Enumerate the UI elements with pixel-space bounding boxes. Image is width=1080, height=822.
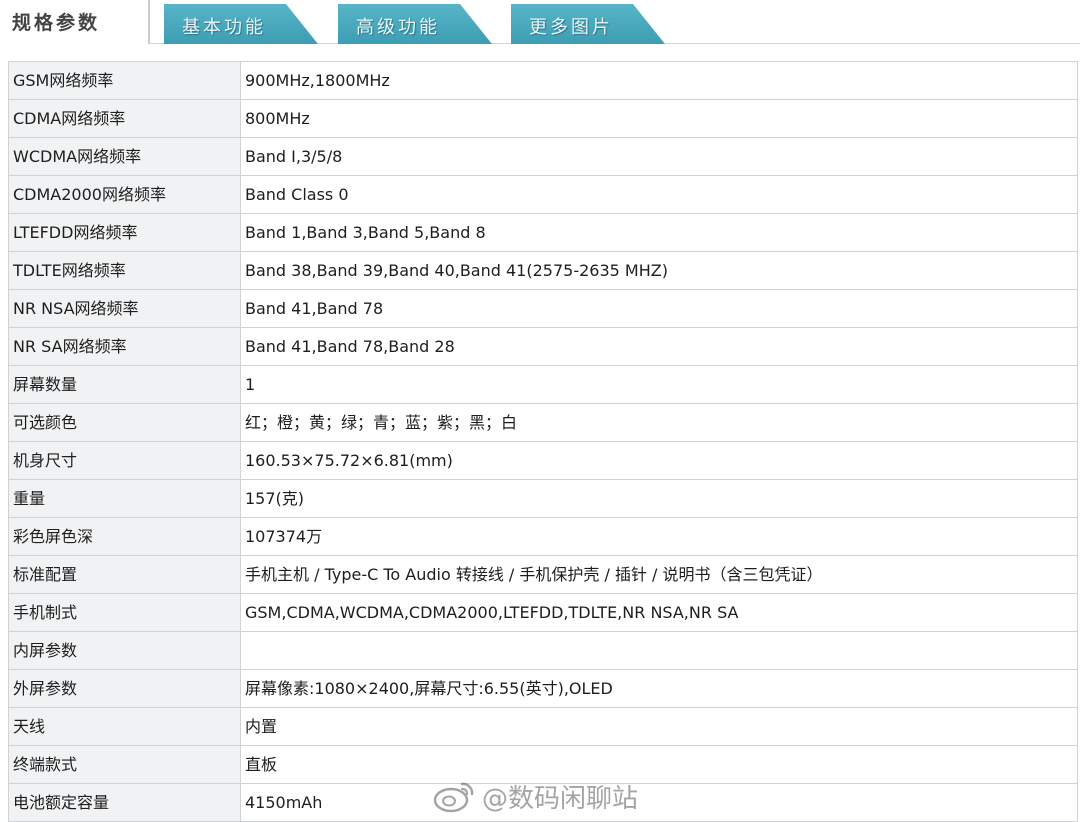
spec-label: 外屏参数: [8, 669, 241, 708]
spec-label: 可选颜色: [8, 403, 241, 442]
table-row: 重量 157(克): [8, 479, 1078, 518]
tab-label: 基本功能: [182, 17, 266, 38]
spec-label: 屏幕数量: [8, 365, 241, 404]
table-row: WCDMA网络频率 Band I,3/5/8: [8, 137, 1078, 176]
spec-label: NR NSA网络频率: [8, 289, 241, 328]
table-row: 标准配置 手机主机 / Type-C To Audio 转接线 / 手机保护壳 /…: [8, 555, 1078, 594]
table-row: 外屏参数 屏幕像素:1080×2400,屏幕尺寸:6.55(英寸),OLED: [8, 669, 1078, 708]
spec-value: 1: [240, 365, 1078, 404]
spec-value: 直板: [240, 745, 1078, 784]
tab-more-images[interactable]: 更多图片: [511, 4, 665, 44]
table-row: 机身尺寸 160.53×75.72×6.81(mm): [8, 441, 1078, 480]
table-row: 屏幕数量 1: [8, 365, 1078, 404]
spec-label: CDMA网络频率: [8, 99, 241, 138]
spec-value: 屏幕像素:1080×2400,屏幕尺寸:6.55(英寸),OLED: [240, 669, 1078, 708]
table-row: 天线 内置: [8, 707, 1078, 746]
spec-value: 红；橙；黄；绿；青；蓝；紫；黑；白: [240, 403, 1078, 442]
table-row: CDMA网络频率 800MHz: [8, 99, 1078, 138]
table-row: NR NSA网络频率 Band 41,Band 78: [8, 289, 1078, 328]
tab-advanced-functions[interactable]: 高级功能: [338, 4, 492, 44]
spec-value: 900MHz,1800MHz: [240, 61, 1078, 100]
table-row: LTEFDD网络频率 Band 1,Band 3,Band 5,Band 8: [8, 213, 1078, 252]
table-row: 彩色屏色深 107374万: [8, 517, 1078, 556]
tab-basic-functions[interactable]: 基本功能: [164, 4, 318, 44]
spec-value: GSM,CDMA,WCDMA,CDMA2000,LTEFDD,TDLTE,NR …: [240, 593, 1078, 632]
spec-value: Band Class 0: [240, 175, 1078, 214]
watermark: @数码闲聊站: [432, 778, 638, 814]
tab-label: 规格参数: [12, 12, 101, 34]
spec-value: 157(克): [240, 479, 1078, 518]
spec-value: Band 1,Band 3,Band 5,Band 8: [240, 213, 1078, 252]
spec-value: Band 38,Band 39,Band 40,Band 41(2575-263…: [240, 251, 1078, 290]
spec-label: 机身尺寸: [8, 441, 241, 480]
spec-label: 电池额定容量: [8, 783, 241, 822]
tab-label: 高级功能: [356, 17, 440, 38]
tab-label: 更多图片: [529, 17, 613, 38]
spec-value: 800MHz: [240, 99, 1078, 138]
spec-label: GSM网络频率: [8, 61, 241, 100]
spec-label: 彩色屏色深: [8, 517, 241, 556]
spec-label: TDLTE网络频率: [8, 251, 241, 290]
spec-label: 标准配置: [8, 555, 241, 594]
spec-value: Band I,3/5/8: [240, 137, 1078, 176]
table-row: 手机制式 GSM,CDMA,WCDMA,CDMA2000,LTEFDD,TDLTE…: [8, 593, 1078, 632]
spec-label: 手机制式: [8, 593, 241, 632]
spec-value: 4150mAh: [240, 783, 1078, 822]
spec-label: 终端款式: [8, 745, 241, 784]
spec-value: 107374万: [240, 517, 1078, 556]
table-row: TDLTE网络频率 Band 38,Band 39,Band 40,Band 41…: [8, 251, 1078, 290]
spec-value: 内置: [240, 707, 1078, 746]
watermark-text: @数码闲聊站: [482, 783, 639, 814]
spec-label: LTEFDD网络频率: [8, 213, 241, 252]
spec-value: Band 41,Band 78: [240, 289, 1078, 328]
table-row: NR SA网络频率 Band 41,Band 78,Band 28: [8, 327, 1078, 366]
table-row: 可选颜色 红；橙；黄；绿；青；蓝；紫；黑；白: [8, 403, 1078, 442]
spec-value: 手机主机 / Type-C To Audio 转接线 / 手机保护壳 / 插针 …: [240, 555, 1078, 594]
spec-value: Band 41,Band 78,Band 28: [240, 327, 1078, 366]
spec-table: GSM网络频率 900MHz,1800MHz CDMA网络频率 800MHz WCD…: [8, 61, 1078, 822]
spec-label: WCDMA网络频率: [8, 137, 241, 176]
spec-value: 160.53×75.72×6.81(mm): [240, 441, 1078, 480]
tab-spec-params[interactable]: 规格参数: [0, 0, 150, 44]
table-row: GSM网络频率 900MHz,1800MHz: [8, 61, 1078, 100]
spec-label: 内屏参数: [8, 631, 241, 670]
tab-bar: 规格参数 基本功能 高级功能 更多图片: [0, 0, 1080, 48]
weibo-icon: [432, 779, 476, 813]
spec-value: [240, 631, 1078, 670]
spec-label: 重量: [8, 479, 241, 518]
spec-label: 天线: [8, 707, 241, 746]
spec-label: CDMA2000网络频率: [8, 175, 241, 214]
spec-label: NR SA网络频率: [8, 327, 241, 366]
table-row: CDMA2000网络频率 Band Class 0: [8, 175, 1078, 214]
table-row: 内屏参数: [8, 631, 1078, 670]
